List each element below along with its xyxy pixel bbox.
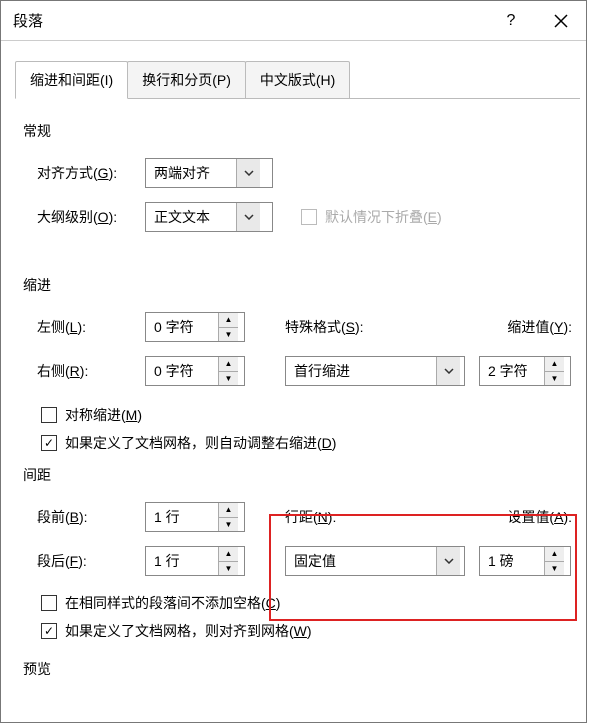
mirror-checkbox[interactable] xyxy=(41,407,57,423)
label-special: 特殊格式(S): xyxy=(285,317,410,337)
paragraph-dialog: 段落 ? 缩进和间距(I) 换行和分页(P) 中文版式(H) 常规 对齐方式(G… xyxy=(0,0,587,723)
spin-up-icon[interactable]: ▲ xyxy=(545,357,564,372)
after-spinner[interactable]: ▲▼ xyxy=(145,546,245,576)
indent-right-value[interactable] xyxy=(146,357,218,385)
indent-left-value[interactable] xyxy=(146,313,218,341)
label-at: 设置值(A): xyxy=(507,507,572,527)
tab-indent-spacing[interactable]: 缩进和间距(I) xyxy=(15,61,128,99)
chevron-down-icon[interactable] xyxy=(236,203,260,231)
spin-down-icon[interactable]: ▼ xyxy=(219,562,238,576)
spin-up-icon[interactable]: ▲ xyxy=(219,313,238,328)
outline-combo[interactable] xyxy=(145,202,273,232)
tab-line-page-breaks[interactable]: 换行和分页(P) xyxy=(127,61,246,99)
after-value[interactable] xyxy=(146,547,218,575)
label-linespacing: 行距(N): xyxy=(285,507,410,527)
before-value[interactable] xyxy=(146,503,218,531)
spin-up-icon[interactable]: ▲ xyxy=(219,547,238,562)
label-nospace: 在相同样式的段落间不添加空格(C) xyxy=(65,593,280,613)
label-mirror: 对称缩进(M) xyxy=(65,405,142,425)
section-general: 常规 xyxy=(23,121,572,141)
spin-down-icon[interactable]: ▼ xyxy=(219,518,238,532)
label-after: 段后(F): xyxy=(37,551,145,571)
label-grid-spacing: 如果定义了文档网格，则对齐到网格(W) xyxy=(65,621,312,641)
titlebar: 段落 ? xyxy=(1,1,586,41)
chevron-down-icon[interactable] xyxy=(236,159,260,187)
label-collapsed: 默认情况下折叠(E) xyxy=(325,207,442,227)
spin-down-icon[interactable]: ▼ xyxy=(545,562,564,576)
label-outline: 大纲级别(O): xyxy=(37,207,145,227)
label-right: 右侧(R): xyxy=(37,361,145,381)
section-preview: 预览 xyxy=(23,659,572,679)
grid-spacing-checkbox[interactable]: ✓ xyxy=(41,623,57,639)
section-indent: 缩进 xyxy=(23,275,572,295)
close-button[interactable] xyxy=(536,1,586,41)
linespacing-value[interactable] xyxy=(286,547,436,575)
linespacing-combo[interactable] xyxy=(285,546,465,576)
label-by: 缩进值(Y): xyxy=(507,317,572,337)
spin-up-icon[interactable]: ▲ xyxy=(219,357,238,372)
align-value[interactable] xyxy=(146,159,236,187)
outline-value[interactable] xyxy=(146,203,236,231)
help-button[interactable]: ? xyxy=(486,1,536,41)
close-icon xyxy=(554,14,568,28)
chevron-down-icon[interactable] xyxy=(436,357,460,385)
grid-indent-checkbox[interactable]: ✓ xyxy=(41,435,57,451)
special-value[interactable] xyxy=(286,357,436,385)
section-spacing: 间距 xyxy=(23,465,572,485)
label-before: 段前(B): xyxy=(37,507,145,527)
spin-up-icon[interactable]: ▲ xyxy=(219,503,238,518)
align-combo[interactable] xyxy=(145,158,273,188)
special-combo[interactable] xyxy=(285,356,465,386)
label-left: 左侧(L): xyxy=(37,317,145,337)
tab-content: 常规 对齐方式(G): 大纲级别(O): 默认情况下折叠(E) 缩进 左侧(L)… xyxy=(1,121,586,679)
by-value[interactable] xyxy=(480,357,544,385)
at-value[interactable] xyxy=(480,547,544,575)
nospace-checkbox[interactable] xyxy=(41,595,57,611)
spin-down-icon[interactable]: ▼ xyxy=(219,372,238,386)
tab-asian-typography[interactable]: 中文版式(H) xyxy=(245,61,350,99)
collapsed-checkbox xyxy=(301,209,317,225)
spin-up-icon[interactable]: ▲ xyxy=(545,547,564,562)
by-spinner[interactable]: ▲▼ xyxy=(479,356,571,386)
label-align: 对齐方式(G): xyxy=(37,163,145,183)
indent-left-spinner[interactable]: ▲▼ xyxy=(145,312,245,342)
before-spinner[interactable]: ▲▼ xyxy=(145,502,245,532)
at-spinner[interactable]: ▲▼ xyxy=(479,546,571,576)
window-title: 段落 xyxy=(13,10,486,31)
chevron-down-icon[interactable] xyxy=(436,547,460,575)
indent-right-spinner[interactable]: ▲▼ xyxy=(145,356,245,386)
spin-down-icon[interactable]: ▼ xyxy=(219,328,238,342)
spin-down-icon[interactable]: ▼ xyxy=(545,372,564,386)
tab-strip: 缩进和间距(I) 换行和分页(P) 中文版式(H) xyxy=(15,61,586,99)
label-grid-indent: 如果定义了文档网格，则自动调整右缩进(D) xyxy=(65,433,336,453)
